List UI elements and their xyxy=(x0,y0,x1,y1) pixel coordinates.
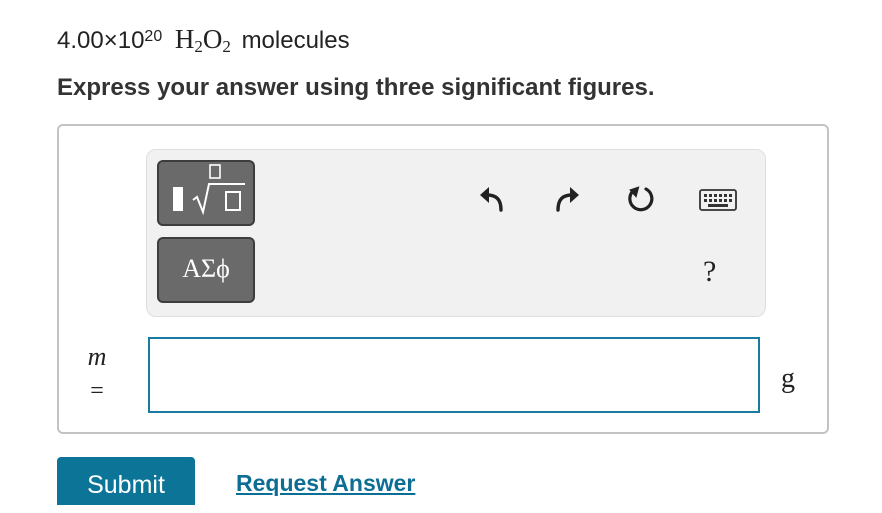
symbols-button[interactable]: ΑΣϕ xyxy=(157,237,255,303)
question-rest: molecules xyxy=(241,27,350,54)
help-button[interactable]: ? xyxy=(703,255,716,289)
formula-subscript-o: 2 xyxy=(222,37,231,56)
redo-icon[interactable] xyxy=(549,182,583,216)
reset-icon[interactable] xyxy=(624,182,658,216)
request-answer-link[interactable]: Request Answer xyxy=(236,470,415,497)
question-text: 4.00×1020 H2O2 molecules xyxy=(57,24,350,62)
equals-sign: = xyxy=(90,378,104,404)
chemical-formula: H2O2 xyxy=(174,24,231,56)
variable-name: m xyxy=(87,342,107,371)
formula-subscript-h: 2 xyxy=(194,37,203,56)
keyboard-icon[interactable] xyxy=(698,182,738,216)
question-coefficient: 4.00×10 xyxy=(57,27,145,54)
variable-label: m = xyxy=(82,342,112,404)
formula-element-h: H xyxy=(174,24,195,54)
question-exponent: 20 xyxy=(144,28,163,45)
fraction-sqrt-template-icon xyxy=(173,164,245,216)
formula-element-o: O xyxy=(202,24,223,54)
instruction-text: Express your answer using three signific… xyxy=(57,74,655,101)
math-toolbar: ΑΣϕ ? xyxy=(146,149,766,317)
unit-label: g xyxy=(781,363,795,394)
answer-box: ΑΣϕ ? m = g xyxy=(57,124,829,434)
submit-button[interactable]: Submit xyxy=(57,457,195,505)
answer-input[interactable] xyxy=(148,337,760,413)
templates-button[interactable] xyxy=(157,160,255,226)
undo-icon[interactable] xyxy=(476,182,510,216)
